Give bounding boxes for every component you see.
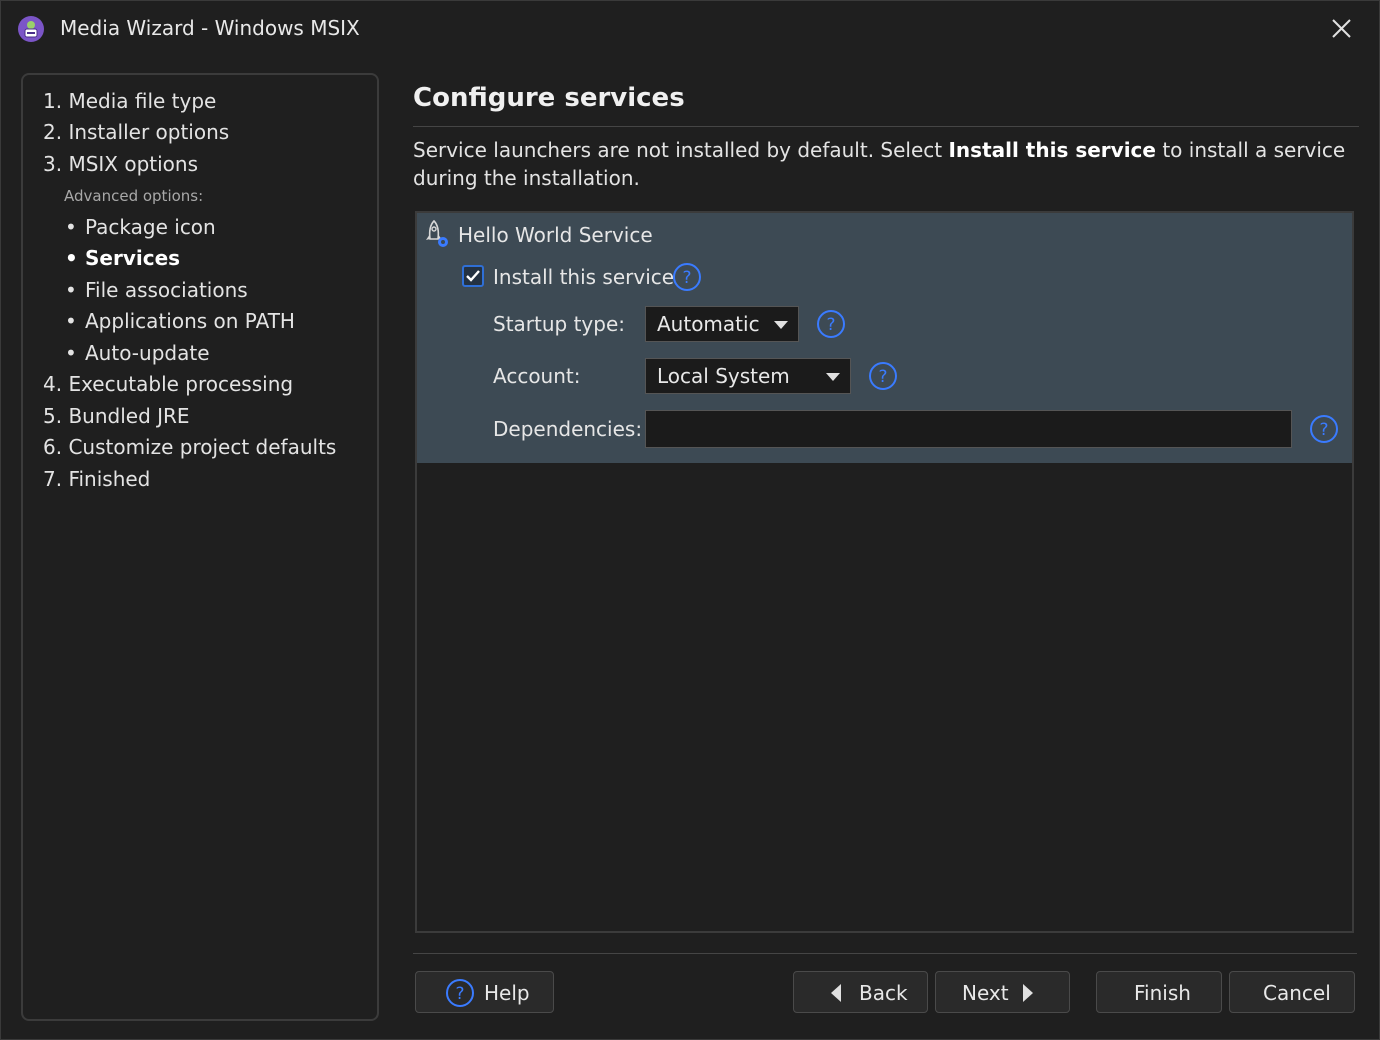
- step-installer-options[interactable]: 2. Installer options: [43, 120, 229, 144]
- close-icon[interactable]: [1325, 13, 1357, 45]
- finish-button[interactable]: Finish: [1096, 971, 1222, 1013]
- step-msix-options[interactable]: 3. MSIX options: [43, 152, 198, 176]
- startup-type-dropdown[interactable]: Automatic: [645, 306, 799, 342]
- step-file-associations[interactable]: • File associations: [65, 278, 248, 302]
- svg-text:?: ?: [455, 984, 464, 1004]
- checkmark-icon: [466, 270, 480, 282]
- dependencies-help-icon[interactable]: ?: [1309, 414, 1339, 444]
- svg-text:?: ?: [1319, 420, 1328, 440]
- back-arrow-icon: [831, 984, 841, 1002]
- install-service-checkbox[interactable]: [462, 265, 484, 287]
- footer-divider: [413, 953, 1357, 954]
- service-name: Hello World Service: [458, 223, 653, 247]
- svg-text:?: ?: [878, 367, 887, 387]
- step-services[interactable]: • Services: [65, 246, 180, 270]
- dependencies-input[interactable]: [645, 410, 1292, 448]
- svg-text:?: ?: [826, 315, 835, 335]
- service-rocket-icon: [426, 219, 448, 247]
- step-auto-update[interactable]: • Auto-update: [65, 341, 210, 365]
- installer-app-icon: [18, 16, 44, 42]
- chevron-down-icon: [826, 373, 840, 381]
- dependencies-label: Dependencies:: [493, 417, 643, 441]
- wizard-window: Media Wizard - Windows MSIX 1. Media fil…: [0, 0, 1380, 1040]
- next-arrow-icon: [1023, 984, 1033, 1002]
- svg-text:?: ?: [682, 268, 691, 288]
- wizard-steps-sidebar: 1. Media file type 2. Installer options …: [21, 73, 379, 1021]
- cancel-button[interactable]: Cancel: [1229, 971, 1355, 1013]
- chevron-down-icon: [774, 321, 788, 329]
- title-bar: Media Wizard - Windows MSIX: [1, 1, 1379, 57]
- step-finished[interactable]: 7. Finished: [43, 467, 150, 491]
- step-package-icon[interactable]: • Package icon: [65, 215, 216, 239]
- window-title: Media Wizard - Windows MSIX: [60, 16, 360, 40]
- service-entry: Hello World Service Install this service…: [417, 213, 1352, 463]
- page-title: Configure services: [413, 83, 685, 113]
- startup-type-label: Startup type:: [493, 312, 626, 336]
- startup-type-help-icon[interactable]: ?: [816, 309, 846, 339]
- advanced-options-heading: Advanced options:: [64, 187, 204, 205]
- account-help-icon[interactable]: ?: [868, 361, 898, 391]
- services-panel: Hello World Service Install this service…: [415, 211, 1354, 933]
- step-executable-processing[interactable]: 4. Executable processing: [43, 372, 293, 396]
- install-service-label[interactable]: Install this service: [493, 265, 674, 289]
- back-button[interactable]: Back: [793, 971, 928, 1013]
- account-dropdown[interactable]: Local System: [645, 358, 851, 394]
- page-description: Service launchers are not installed by d…: [413, 138, 1346, 190]
- heading-divider: [413, 126, 1359, 127]
- step-customize-project-defaults[interactable]: 6. Customize project defaults: [43, 435, 336, 459]
- step-applications-on-path[interactable]: • Applications on PATH: [65, 309, 295, 333]
- step-media-file-type[interactable]: 1. Media file type: [43, 89, 216, 113]
- help-button[interactable]: ? Help: [415, 971, 554, 1013]
- help-icon: ?: [446, 979, 474, 1007]
- account-label: Account:: [493, 364, 581, 388]
- step-bundled-jre[interactable]: 5. Bundled JRE: [43, 404, 190, 428]
- install-help-icon[interactable]: ?: [672, 262, 702, 292]
- next-button[interactable]: Next: [935, 971, 1070, 1013]
